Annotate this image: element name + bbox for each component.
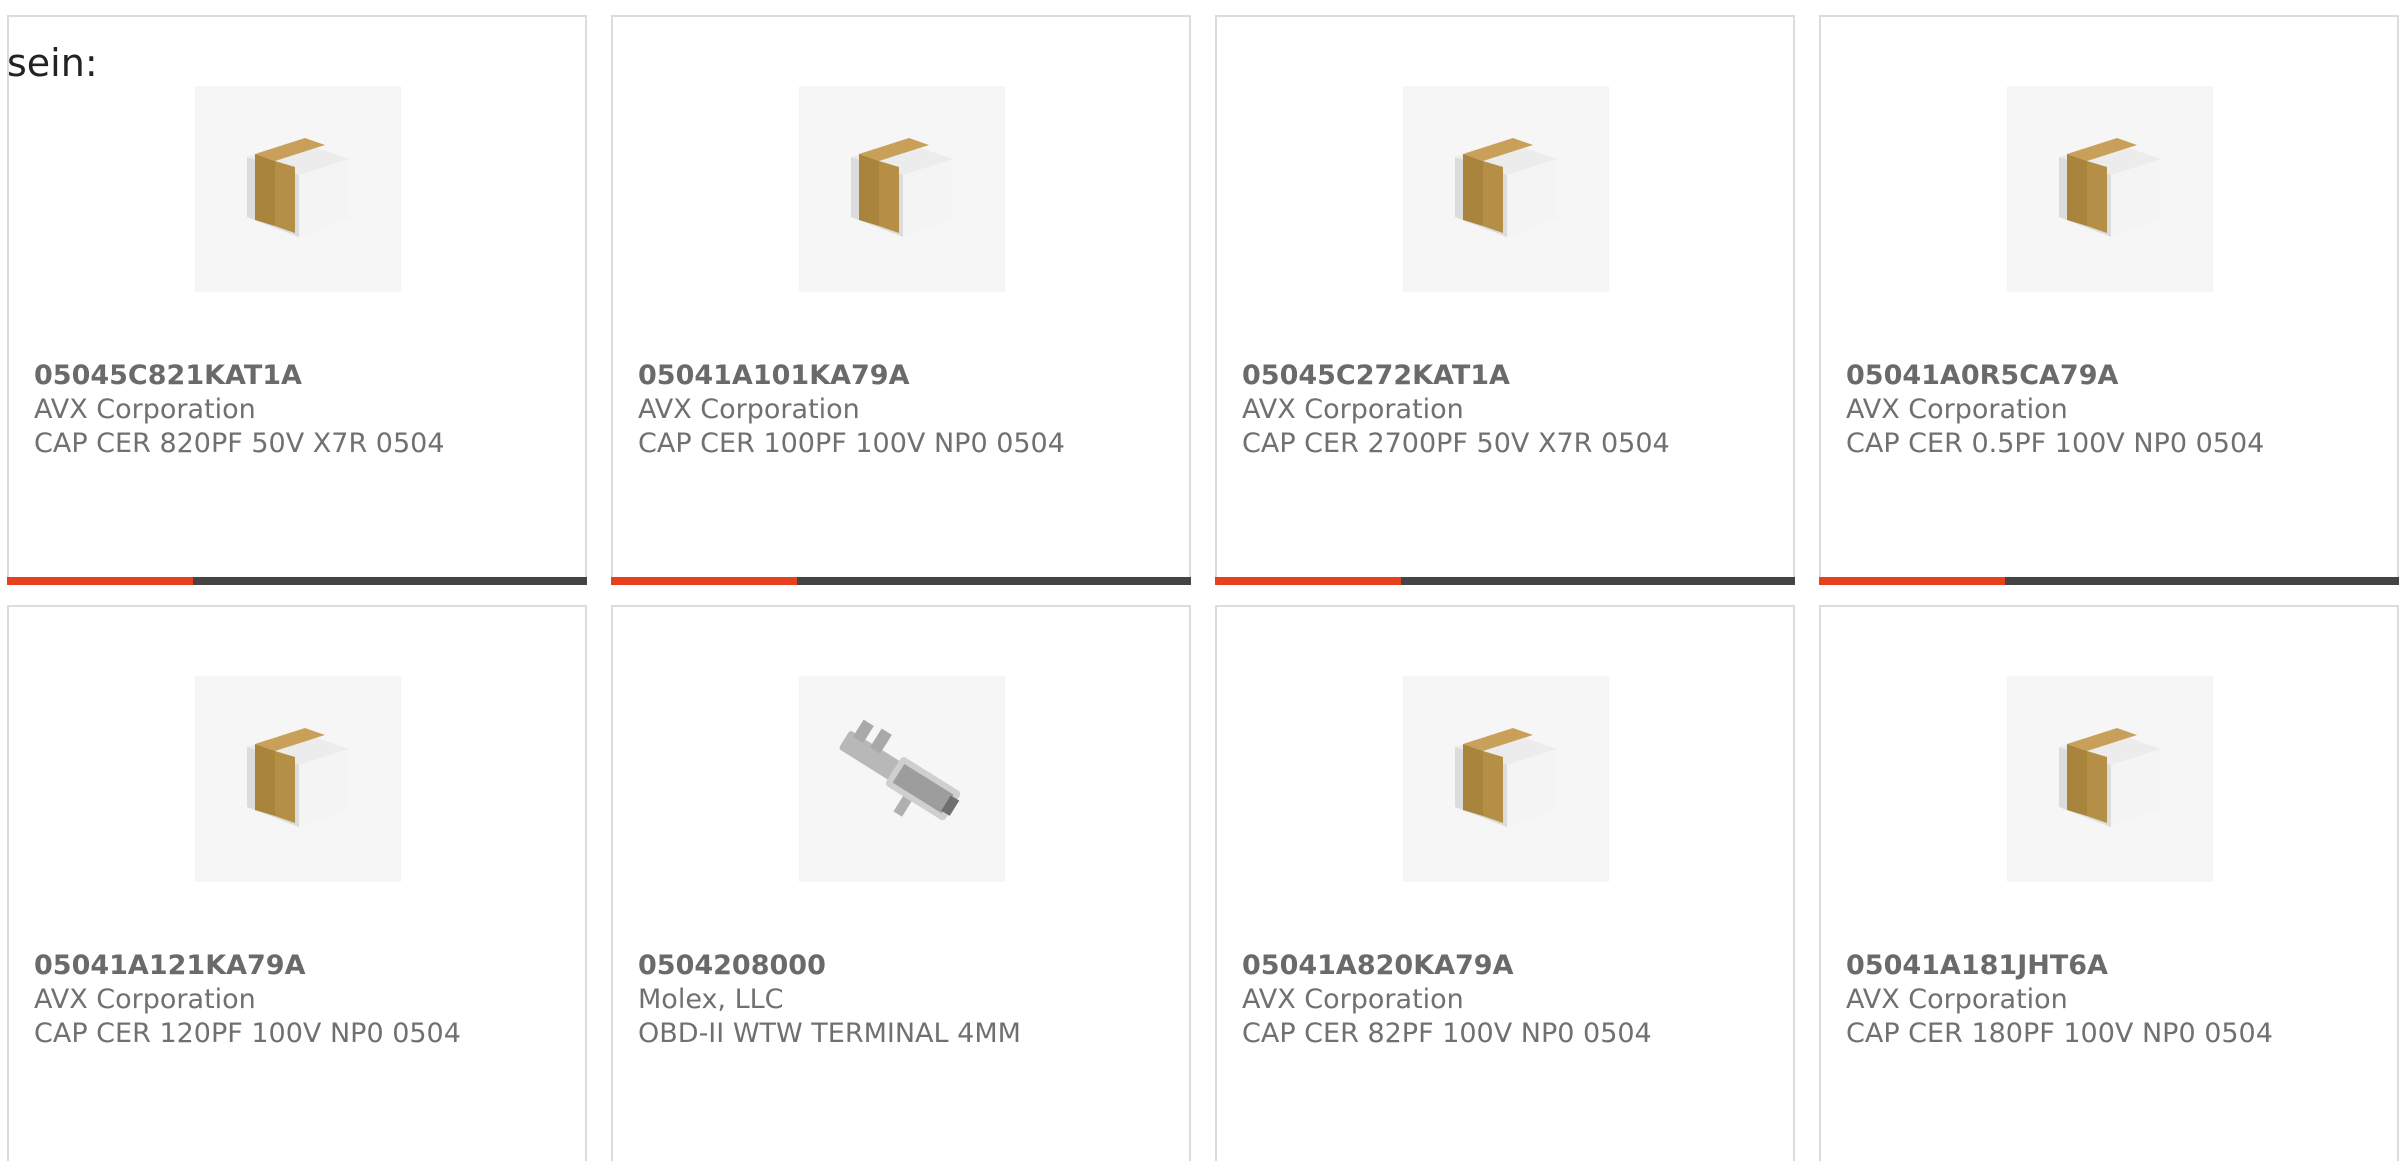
ceramic-capacitor-icon bbox=[2059, 728, 2161, 827]
part-number-link[interactable]: 05041A101KA79A bbox=[638, 359, 1065, 393]
product-meta: 0504208000 Molex, LLC OBD-II WTW TERMINA… bbox=[638, 949, 1021, 1051]
product-thumbnail[interactable] bbox=[2007, 676, 2213, 882]
product-meta: 05041A101KA79A AVX Corporation CAP CER 1… bbox=[638, 359, 1065, 461]
manufacturer: AVX Corporation bbox=[1242, 394, 1464, 425]
progress-bar bbox=[611, 577, 1191, 585]
product-thumbnail[interactable] bbox=[799, 86, 1005, 292]
progress-bar-fill bbox=[1215, 577, 1401, 585]
part-number-link[interactable]: 05041A181JHT6A bbox=[1846, 949, 2273, 983]
manufacturer: AVX Corporation bbox=[638, 394, 860, 425]
part-number-link[interactable]: 05041A0R5CA79A bbox=[1846, 359, 2264, 393]
description: CAP CER 100PF 100V NP0 0504 bbox=[638, 428, 1065, 459]
product-thumbnail[interactable] bbox=[1403, 676, 1609, 882]
part-number-link[interactable]: 05045C821KAT1A bbox=[34, 359, 445, 393]
part-number-link[interactable]: 0504208000 bbox=[638, 949, 1021, 983]
ceramic-capacitor-icon bbox=[2059, 138, 2161, 237]
product-meta: 05045C272KAT1A AVX Corporation CAP CER 2… bbox=[1242, 359, 1670, 461]
progress-bar-fill bbox=[7, 577, 193, 585]
description: CAP CER 180PF 100V NP0 0504 bbox=[1846, 1018, 2273, 1049]
description: CAP CER 820PF 50V X7R 0504 bbox=[34, 428, 445, 459]
product-thumbnail[interactable] bbox=[195, 676, 401, 882]
manufacturer: AVX Corporation bbox=[34, 984, 256, 1015]
product-thumbnail[interactable] bbox=[2007, 86, 2213, 292]
ceramic-capacitor-icon bbox=[1455, 138, 1557, 237]
description: CAP CER 120PF 100V NP0 0504 bbox=[34, 1018, 461, 1049]
product-thumbnail[interactable] bbox=[799, 676, 1005, 882]
product-card[interactable]: 05045C821KAT1A AVX Corporation CAP CER 8… bbox=[7, 15, 587, 585]
product-meta: 05041A820KA79A AVX Corporation CAP CER 8… bbox=[1242, 949, 1652, 1051]
product-meta: 05041A181JHT6A AVX Corporation CAP CER 1… bbox=[1846, 949, 2273, 1051]
ceramic-capacitor-icon bbox=[1455, 728, 1557, 827]
description: CAP CER 82PF 100V NP0 0504 bbox=[1242, 1018, 1652, 1049]
progress-bar-fill bbox=[611, 577, 797, 585]
ceramic-capacitor-icon bbox=[247, 138, 349, 237]
part-number-link[interactable]: 05045C272KAT1A bbox=[1242, 359, 1670, 393]
crimp-terminal-icon bbox=[839, 719, 961, 821]
progress-bar bbox=[1215, 577, 1795, 585]
progress-bar bbox=[1819, 577, 2399, 585]
product-thumbnail[interactable] bbox=[195, 86, 401, 292]
product-thumbnail[interactable] bbox=[1403, 86, 1609, 292]
product-meta: 05041A0R5CA79A AVX Corporation CAP CER 0… bbox=[1846, 359, 2264, 461]
product-meta: 05045C821KAT1A AVX Corporation CAP CER 8… bbox=[34, 359, 445, 461]
product-card[interactable]: 05041A101KA79A AVX Corporation CAP CER 1… bbox=[611, 15, 1191, 585]
product-card[interactable]: 05045C272KAT1A AVX Corporation CAP CER 2… bbox=[1215, 15, 1795, 585]
product-meta: 05041A121KA79A AVX Corporation CAP CER 1… bbox=[34, 949, 461, 1051]
progress-bar-fill bbox=[1819, 577, 2005, 585]
manufacturer: AVX Corporation bbox=[34, 394, 256, 425]
description: CAP CER 0.5PF 100V NP0 0504 bbox=[1846, 428, 2265, 459]
part-number-link[interactable]: 05041A121KA79A bbox=[34, 949, 461, 983]
product-card[interactable]: 05041A181JHT6A AVX Corporation CAP CER 1… bbox=[1819, 605, 2399, 1161]
description: OBD-II WTW TERMINAL 4MM bbox=[638, 1018, 1021, 1049]
product-card[interactable]: 05041A121KA79A AVX Corporation CAP CER 1… bbox=[7, 605, 587, 1161]
ceramic-capacitor-icon bbox=[247, 728, 349, 827]
product-card[interactable]: 05041A820KA79A AVX Corporation CAP CER 8… bbox=[1215, 605, 1795, 1161]
product-card[interactable]: 05041A0R5CA79A AVX Corporation CAP CER 0… bbox=[1819, 15, 2399, 585]
product-card[interactable]: 0504208000 Molex, LLC OBD-II WTW TERMINA… bbox=[611, 605, 1191, 1161]
manufacturer: AVX Corporation bbox=[1242, 984, 1464, 1015]
manufacturer: AVX Corporation bbox=[1846, 984, 2068, 1015]
manufacturer: Molex, LLC bbox=[638, 984, 784, 1015]
part-number-link[interactable]: 05041A820KA79A bbox=[1242, 949, 1652, 983]
page-prefix-text: sein: bbox=[7, 41, 98, 85]
manufacturer: AVX Corporation bbox=[1846, 394, 2068, 425]
progress-bar bbox=[7, 577, 587, 585]
ceramic-capacitor-icon bbox=[851, 138, 953, 237]
description: CAP CER 2700PF 50V X7R 0504 bbox=[1242, 428, 1670, 459]
